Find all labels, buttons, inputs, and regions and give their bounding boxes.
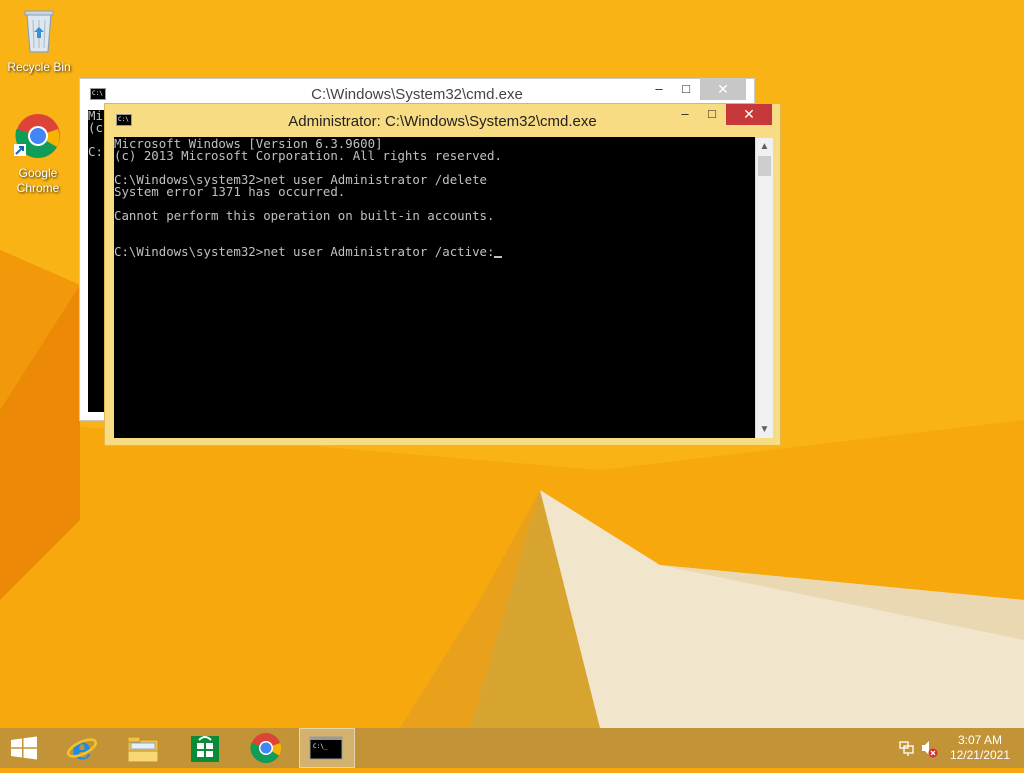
file-explorer-icon <box>127 736 159 763</box>
console-line: System error 1371 has occurred. <box>114 184 346 199</box>
maximize-button[interactable]: □ <box>699 104 725 125</box>
start-button[interactable] <box>0 728 48 768</box>
close-button[interactable]: ✕ <box>726 104 772 125</box>
internet-explorer-icon: e <box>66 731 98 767</box>
console-line: (c) 2013 Microsoft Corporation. All righ… <box>114 148 502 163</box>
command-prompt-icon: C:\_ <box>309 736 343 760</box>
maximize-button[interactable]: □ <box>673 79 699 100</box>
text-cursor <box>494 256 503 258</box>
recycle-bin-label: Recycle Bin <box>7 60 71 74</box>
console-line: Cannot perform this operation on built-i… <box>114 208 495 223</box>
close-button[interactable]: ✕ <box>700 79 746 100</box>
console-prompt-line: C:\Windows\system32>net user Administrat… <box>114 244 755 259</box>
google-chrome-label-line1: Google <box>18 166 58 180</box>
clock-time: 3:07 AM <box>957 733 1002 747</box>
recycle-bin-icon <box>24 10 54 53</box>
clock-date: 12/21/2021 <box>949 748 1010 762</box>
scroll-down-arrow-icon[interactable]: ▼ <box>756 421 773 438</box>
console-output[interactable]: Microsoft Windows [Version 6.3.9600] (c)… <box>114 137 755 438</box>
google-chrome-label-line2: Chrome <box>16 181 60 195</box>
network-icon[interactable] <box>897 728 917 768</box>
title-bar[interactable]: C:\ Administrator: C:\Windows\System32\c… <box>105 104 780 134</box>
scroll-up-arrow-icon[interactable]: ▲ <box>756 138 773 155</box>
system-clock[interactable]: 3:07 AM 12/21/2021 <box>950 733 1010 763</box>
minimize-button[interactable]: – <box>646 79 672 100</box>
windows-logo-icon <box>11 736 37 760</box>
console-prompt-text: C:\Windows\system32>net user Administrat… <box>114 244 495 259</box>
taskbar-windows-store[interactable] <box>177 728 233 768</box>
windows-store-icon <box>191 736 219 762</box>
recycle-bin-icon-shortcut[interactable]: Recycle Bin <box>4 6 74 75</box>
taskbar-command-prompt[interactable]: C:\_ <box>299 728 355 768</box>
scrollbar-thumb[interactable] <box>758 156 771 176</box>
svg-text:C:\_: C:\_ <box>313 743 328 750</box>
speaker-muted-icon[interactable] <box>919 728 939 768</box>
minimize-button[interactable]: – <box>672 104 698 125</box>
notification-area <box>893 728 943 768</box>
svg-text:e: e <box>72 731 92 767</box>
google-chrome-icon <box>250 733 282 764</box>
google-chrome-desktop-shortcut[interactable]: Google Chrome <box>3 112 73 196</box>
taskbar-internet-explorer[interactable]: e <box>54 728 110 768</box>
google-chrome-icon <box>14 114 60 158</box>
vertical-scrollbar[interactable]: ▲ ▼ <box>756 138 773 438</box>
taskbar-file-explorer[interactable] <box>115 728 171 768</box>
cmd-window-administrator[interactable]: C:\ Administrator: C:\Windows\System32\c… <box>104 103 781 446</box>
taskbar: e C:\_ 3:07 AM 12/21/2021 <box>0 728 1024 768</box>
taskbar-google-chrome[interactable] <box>238 728 294 768</box>
